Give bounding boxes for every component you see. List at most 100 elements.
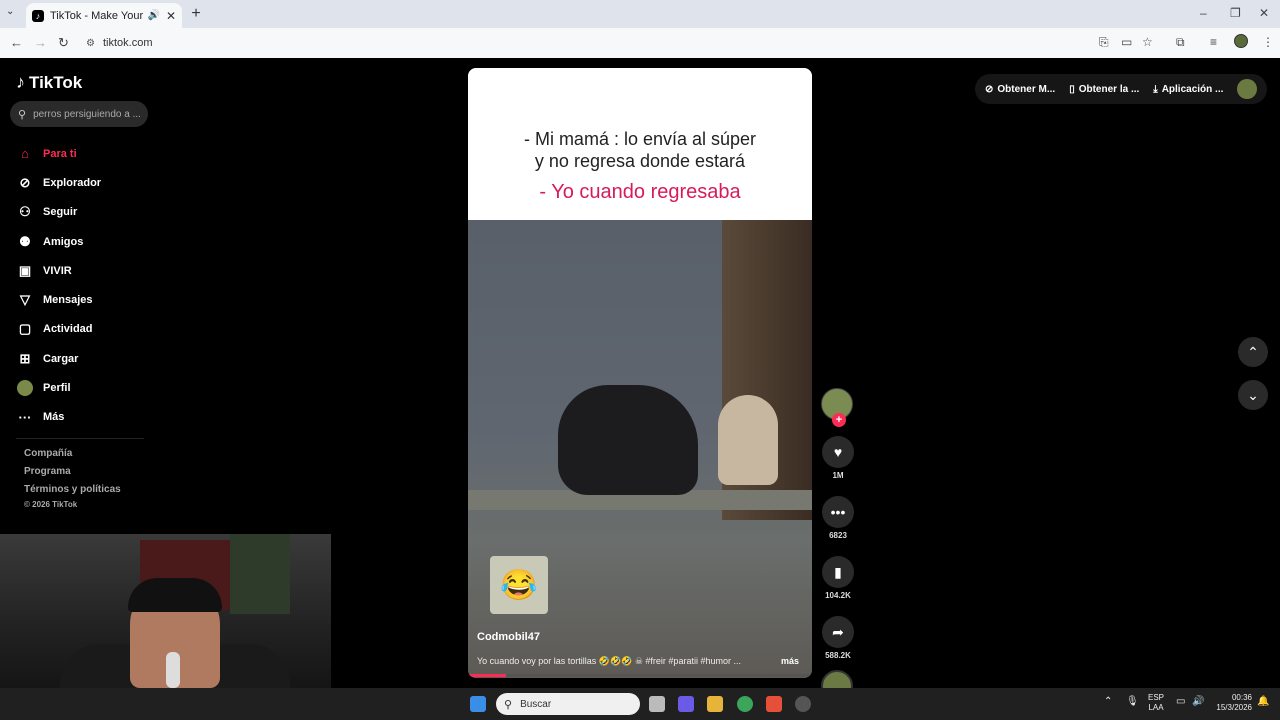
network-icon[interactable]: ▭ xyxy=(1176,696,1185,707)
video-author[interactable]: Codmobil47 xyxy=(477,631,540,643)
cast-icon[interactable]: ▭ xyxy=(1121,35,1132,49)
next-video-button[interactable]: ⌄ xyxy=(1238,380,1268,410)
sidebar-item-label: Actividad xyxy=(43,323,93,336)
logo-text: TikTok xyxy=(29,72,83,92)
more-button[interactable]: más xyxy=(781,656,799,666)
translate-icon[interactable]: ⎘ xyxy=(1099,35,1109,50)
copyright-text: © 2026 TikTok xyxy=(24,500,78,509)
back-icon[interactable]: ← xyxy=(10,35,23,50)
tab-title: TikTok - Make Your Day xyxy=(50,9,147,22)
webcam-microphone xyxy=(166,652,180,688)
sidebar-item-vivir[interactable]: ▣ VIVIR xyxy=(16,256,101,285)
sidebar-item-label: Para ti xyxy=(43,147,77,160)
sidebar-item-explorador[interactable]: ⊘ Explorador xyxy=(16,168,102,197)
video-description: Yo cuando voy por las tortillas 🤣🤣🤣 ☠ #f… xyxy=(477,656,741,666)
close-tab-icon[interactable]: ✕ xyxy=(166,9,176,23)
like-action[interactable]: ♥ 1M xyxy=(821,436,855,480)
share-count: 588.2K xyxy=(825,651,851,660)
app-icon[interactable] xyxy=(795,696,811,712)
sidebar-item-label: Más xyxy=(43,411,65,424)
language-indicator[interactable]: ESP LAA xyxy=(1148,693,1164,713)
browser-tab[interactable]: ♪ TikTok - Make Your Day 🔊 ✕ xyxy=(26,3,182,28)
reload-icon[interactable]: ↻ xyxy=(58,35,69,51)
like-count: 1M xyxy=(832,471,844,480)
site-info-icon[interactable]: ⚙ xyxy=(86,38,95,49)
close-window-icon[interactable]: ✕ xyxy=(1259,6,1269,20)
url-bar[interactable]: ⚙ tiktok.com xyxy=(86,33,1086,53)
copilot-icon[interactable] xyxy=(678,696,694,712)
upload-icon: ⊞ xyxy=(19,350,31,366)
comment-count: 6823 xyxy=(829,531,847,540)
get-coins-button[interactable]: ⊘ Obtener M... xyxy=(985,84,1055,95)
webcam-person-cap xyxy=(128,578,222,612)
task-view-icon[interactable] xyxy=(649,696,665,712)
share-action[interactable]: ➦ 588.2K xyxy=(821,616,855,660)
bookmark-icon[interactable]: ▮ xyxy=(822,556,854,588)
clock[interactable]: 00:36 15/3/2026 xyxy=(1212,693,1252,713)
video-progress-bar[interactable] xyxy=(468,674,812,677)
author-avatar[interactable]: + xyxy=(821,388,853,427)
heart-icon[interactable]: ♥ xyxy=(822,436,854,468)
browser-tab-bar: ⌄ ♪ TikTok - Make Your Day 🔊 ✕ + – ❐ ✕ xyxy=(0,0,1280,28)
sidebar-item-perfil[interactable]: Perfil xyxy=(16,373,101,402)
forward-icon[interactable]: → xyxy=(34,35,47,50)
footer-link-programa[interactable]: Programa xyxy=(24,466,121,484)
file-explorer-icon[interactable] xyxy=(707,696,723,712)
home-icon: ⌂ xyxy=(21,146,29,162)
desktop-app-label: Aplicación ... xyxy=(1161,83,1224,95)
sidebar-item-amigos[interactable]: ⚉ Amigos xyxy=(16,227,101,256)
sidebar-divider xyxy=(16,438,144,439)
sidebar-item-label: Perfil xyxy=(43,382,71,395)
save-action[interactable]: ▮ 104.2K xyxy=(821,556,855,600)
get-app-button[interactable]: ▯ Obtener la ... xyxy=(1069,84,1139,95)
tab-list-icon[interactable]: ⌄ xyxy=(6,6,14,17)
user-avatar[interactable] xyxy=(1237,79,1257,99)
chrome-icon[interactable] xyxy=(737,696,753,712)
sidebar-item-label: Cargar xyxy=(43,352,79,365)
video-player[interactable]: - Mi mamá : lo envía al súper y no regre… xyxy=(468,68,812,678)
browser-menu-icon[interactable]: ⋮ xyxy=(1262,35,1274,49)
bookmark-star-icon[interactable]: ☆ xyxy=(1142,35,1153,49)
start-icon[interactable] xyxy=(470,696,486,712)
microphone-icon[interactable]: 🎙 xyxy=(1126,696,1139,707)
audio-playing-icon[interactable]: 🔊 xyxy=(147,10,159,21)
video-caption-panel: - Mi mamá : lo envía al súper y no regre… xyxy=(468,68,812,220)
follow-plus-icon[interactable]: + xyxy=(832,413,846,427)
minimize-icon[interactable]: – xyxy=(1200,6,1207,20)
clock-date: 15/3/2026 xyxy=(1216,703,1252,712)
notification-bell-icon[interactable]: 🔔 xyxy=(1257,696,1269,707)
caption-line-2: y no regresa donde estará xyxy=(534,151,746,171)
extensions-icon[interactable]: ⧉ xyxy=(1176,35,1185,50)
sidebar-item-para-ti[interactable]: ⌂ Para ti xyxy=(16,139,101,168)
volume-icon[interactable]: 🔊 xyxy=(1192,696,1204,707)
desktop-app-button[interactable]: ⤓ Aplicación ... xyxy=(1153,84,1223,95)
sidebar-item-seguir[interactable]: ⚇ Seguir xyxy=(16,198,101,227)
sidebar-item-label: Explorador xyxy=(43,176,102,189)
friends-icon: ⚉ xyxy=(19,233,31,249)
clock-time: 00:36 xyxy=(1231,693,1252,702)
previous-video-button[interactable]: ⌃ xyxy=(1238,337,1268,367)
comment-action[interactable]: ••• 6823 xyxy=(821,496,855,540)
sidebar-item-mas[interactable]: ··· Más xyxy=(16,403,101,432)
search-icon: ⚲ xyxy=(18,108,27,121)
brave-icon[interactable] xyxy=(766,696,782,712)
footer-link-compania[interactable]: Compañía xyxy=(24,448,121,466)
tray-overflow-icon[interactable]: ⌃ xyxy=(1104,696,1112,707)
sidebar-item-mensajes[interactable]: ▽ Mensajes xyxy=(16,285,101,314)
sidebar-item-label: VIVIR xyxy=(43,264,72,277)
tiktok-logo[interactable]: ♪ TikTok xyxy=(16,72,82,93)
new-tab-button[interactable]: + xyxy=(188,5,204,23)
live-icon: ▣ xyxy=(18,262,32,278)
restore-icon[interactable]: ❐ xyxy=(1230,6,1241,20)
comment-icon[interactable]: ••• xyxy=(822,496,854,528)
compass-icon: ⊘ xyxy=(19,174,31,190)
sidebar-item-actividad[interactable]: ▢ Actividad xyxy=(16,315,101,344)
share-icon[interactable]: ➦ xyxy=(822,616,854,648)
scene-dark-dog xyxy=(558,385,698,495)
reading-list-icon[interactable]: ≡ xyxy=(1210,35,1217,49)
sidebar-item-cargar[interactable]: ⊞ Cargar xyxy=(16,344,101,373)
browser-profile-avatar[interactable] xyxy=(1234,34,1248,48)
search-input[interactable]: ⚲ perros persiguiendo a ... xyxy=(10,101,148,127)
video-caption-text: - Mi mamá : lo envía al súper y no regre… xyxy=(468,128,812,172)
taskbar-search[interactable]: ⚲ Buscar xyxy=(496,693,640,715)
